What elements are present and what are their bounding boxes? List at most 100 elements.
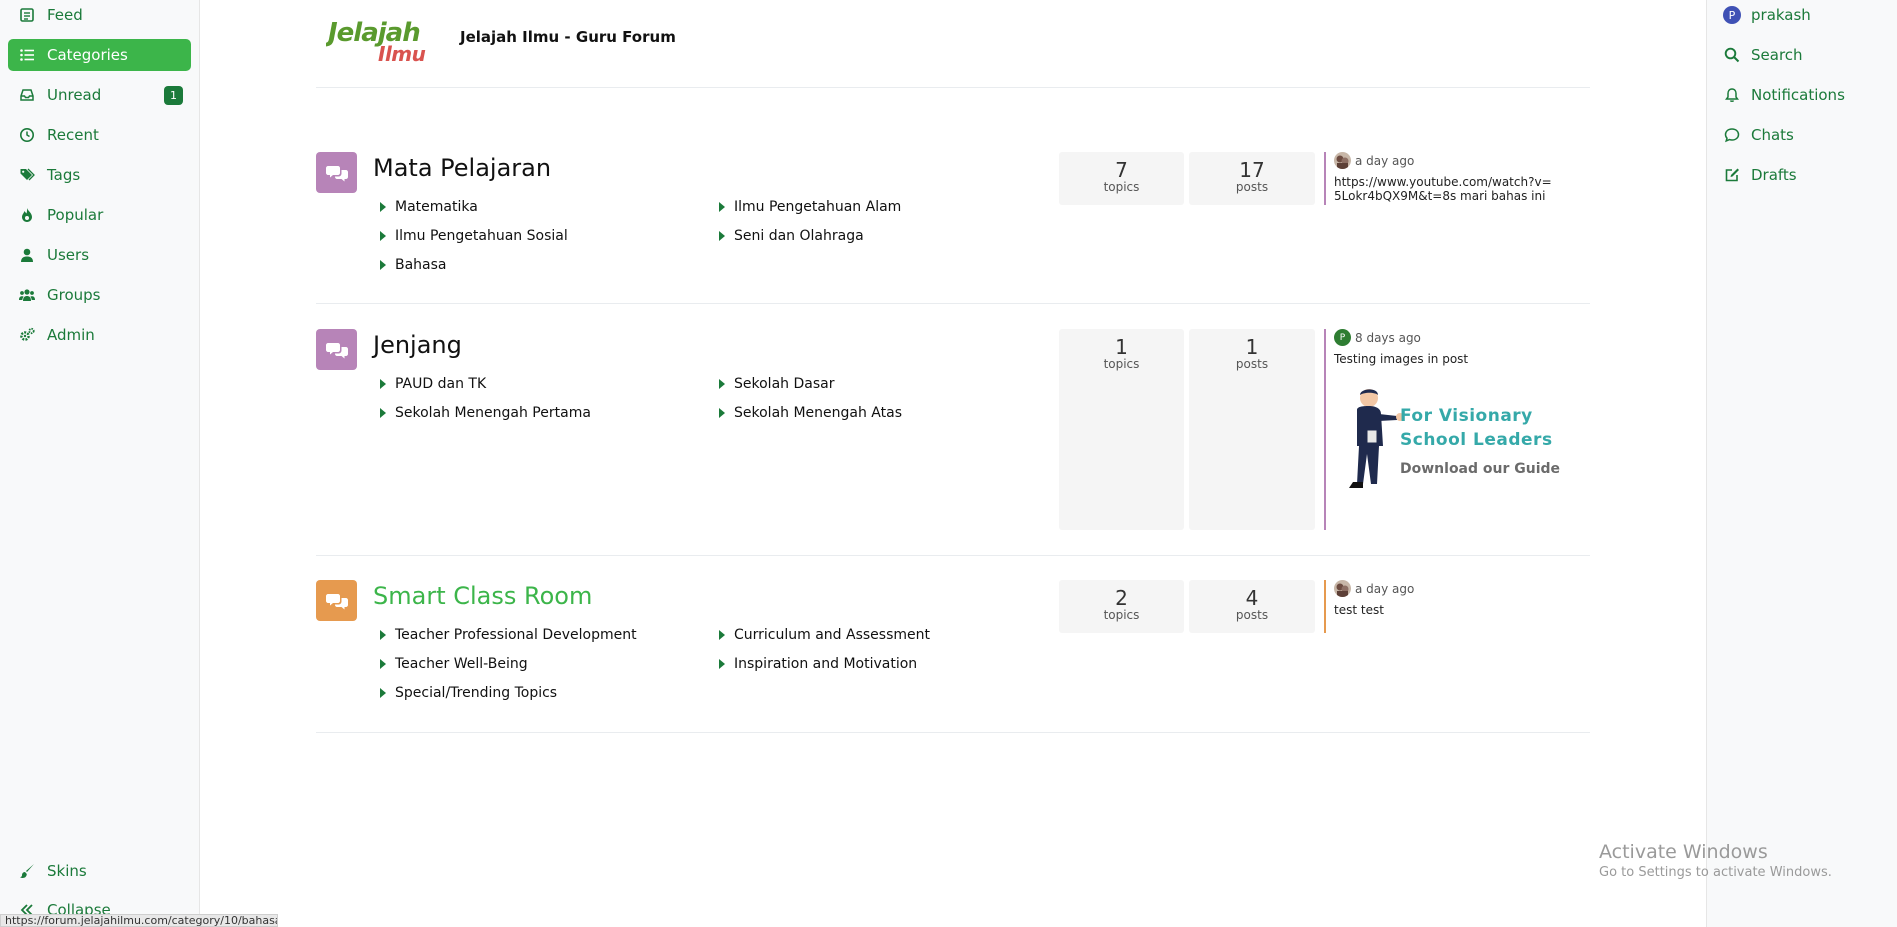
drafts-button[interactable]: Drafts bbox=[1723, 160, 1797, 190]
last-post-time[interactable]: 8 days ago bbox=[1355, 331, 1421, 345]
caret-right-icon bbox=[719, 630, 725, 640]
list-icon bbox=[18, 46, 36, 64]
subcategory-link[interactable]: Seni dan Olahraga bbox=[719, 228, 864, 244]
posts-number: 1 bbox=[1245, 335, 1259, 359]
chats-button[interactable]: Chats bbox=[1723, 120, 1794, 150]
subcategory-label: Curriculum and Assessment bbox=[734, 627, 930, 643]
last-post-time[interactable]: a day ago bbox=[1355, 582, 1414, 596]
svg-text:Ilmu: Ilmu bbox=[378, 42, 426, 64]
category-divider bbox=[316, 732, 1590, 733]
forum-title[interactable]: Jelajah Ilmu - Guru Forum bbox=[460, 28, 676, 46]
subcategory-label: Bahasa bbox=[395, 257, 447, 273]
category-icon[interactable] bbox=[316, 152, 357, 193]
last-post-text[interactable]: test test bbox=[1334, 603, 1554, 617]
subcategory-link[interactable]: Matematika bbox=[380, 199, 478, 215]
category-divider bbox=[316, 303, 1590, 304]
last-post[interactable]: a day ago test test bbox=[1324, 580, 1554, 633]
promo-line-1: For Visionary bbox=[1400, 406, 1533, 426]
subcategory-link[interactable]: PAUD dan TK bbox=[380, 376, 486, 392]
brand-logo[interactable]: Jelajah Ilmu bbox=[323, 14, 442, 66]
subcategory-link[interactable]: Curriculum and Assessment bbox=[719, 627, 930, 643]
nav-item-tags[interactable]: Tags bbox=[8, 159, 191, 191]
search-icon bbox=[1723, 46, 1741, 64]
caret-right-icon bbox=[719, 408, 725, 418]
posts-number: 17 bbox=[1239, 158, 1265, 182]
category-title[interactable]: Smart Class Room bbox=[373, 582, 592, 610]
promo-line-2: School Leaders bbox=[1400, 430, 1553, 450]
subcategory-label: PAUD dan TK bbox=[395, 376, 487, 392]
subcategory-link[interactable]: Special/Trending Topics bbox=[380, 685, 557, 701]
inbox-icon bbox=[18, 86, 36, 104]
unread-count-badge: 1 bbox=[164, 86, 183, 105]
subcategory-link[interactable]: Bahasa bbox=[380, 257, 447, 273]
nav-item-admin[interactable]: Admin bbox=[8, 319, 191, 351]
nav-label-categories: Categories bbox=[47, 46, 128, 64]
nav-item-skins[interactable]: Skins bbox=[8, 855, 191, 887]
search-label: Search bbox=[1751, 46, 1803, 64]
subcategory-link[interactable]: Ilmu Pengetahuan Alam bbox=[719, 199, 901, 215]
feed-icon bbox=[18, 6, 36, 24]
subcategory-link[interactable]: Sekolah Menengah Atas bbox=[719, 405, 902, 421]
nav-label-admin: Admin bbox=[47, 326, 95, 344]
category-icon[interactable] bbox=[316, 580, 357, 621]
nav-item-categories[interactable]: Categories bbox=[8, 39, 191, 71]
subcategory-link[interactable]: Teacher Professional Development bbox=[380, 627, 637, 643]
poster-avatar[interactable] bbox=[1334, 580, 1351, 597]
caret-right-icon bbox=[380, 379, 386, 389]
jelajah-ilmu-logo: Jelajah Ilmu bbox=[323, 18, 426, 66]
subcategory-link[interactable]: Teacher Well-Being bbox=[380, 656, 528, 672]
category-title[interactable]: Mata Pelajaran bbox=[373, 154, 551, 182]
nav-label-popular: Popular bbox=[47, 206, 104, 224]
nav-label-tags: Tags bbox=[47, 166, 81, 184]
last-post[interactable]: P 8 days ago Testing images in post For … bbox=[1324, 329, 1564, 530]
category-title[interactable]: Jenjang bbox=[373, 331, 462, 359]
subcategory-label: Teacher Professional Development bbox=[395, 627, 637, 643]
subcategory-link[interactable]: Sekolah Menengah Pertama bbox=[380, 405, 591, 421]
user-icon bbox=[18, 246, 36, 264]
poster-avatar[interactable] bbox=[1334, 152, 1351, 169]
nav-item-popular[interactable]: Popular bbox=[8, 199, 191, 231]
notifications-button[interactable]: Notifications bbox=[1723, 80, 1845, 110]
topics-number: 7 bbox=[1115, 158, 1128, 182]
caret-right-icon bbox=[380, 202, 386, 212]
watermark-title: Activate Windows bbox=[1599, 841, 1768, 863]
nav-item-feed[interactable]: Feed bbox=[8, 0, 191, 31]
poster-avatar[interactable]: P bbox=[1334, 329, 1351, 346]
header-divider bbox=[316, 87, 1590, 88]
caret-right-icon bbox=[380, 231, 386, 241]
subcategory-label: Sekolah Dasar bbox=[734, 376, 835, 392]
caret-right-icon bbox=[380, 408, 386, 418]
username: prakash bbox=[1751, 6, 1811, 24]
category-smart-class-room: Smart Class Room Teacher Professional De… bbox=[316, 580, 1590, 730]
status-bar-url: https://forum.jelajahilmu.com/category/1… bbox=[0, 914, 278, 927]
subcategory-link[interactable]: Ilmu Pengetahuan Sosial bbox=[380, 228, 568, 244]
nav-item-unread[interactable]: Unread 1 bbox=[8, 79, 191, 111]
caret-right-icon bbox=[719, 659, 725, 669]
caret-right-icon bbox=[719, 202, 725, 212]
nav-label-feed: Feed bbox=[47, 6, 83, 24]
search-button[interactable]: Search bbox=[1723, 40, 1803, 70]
clock-icon bbox=[18, 126, 36, 144]
notifications-label: Notifications bbox=[1751, 86, 1845, 104]
last-post-time[interactable]: a day ago bbox=[1355, 154, 1414, 168]
post-image-promo[interactable]: For Visionary School Leaders Download ou… bbox=[1334, 384, 1564, 504]
topics-count: 1 topics bbox=[1059, 329, 1184, 530]
category-divider bbox=[316, 555, 1590, 556]
user-menu[interactable]: P prakash bbox=[1723, 0, 1811, 30]
nav-item-recent[interactable]: Recent bbox=[8, 119, 191, 151]
subcategory-label: Special/Trending Topics bbox=[395, 685, 558, 701]
topics-label: topics bbox=[1103, 357, 1140, 371]
subcategory-link[interactable]: Inspiration and Motivation bbox=[719, 656, 917, 672]
last-post[interactable]: a day ago https://www.youtube.com/watch?… bbox=[1324, 152, 1554, 205]
last-post-text[interactable]: Testing images in post bbox=[1334, 352, 1564, 366]
right-sidebar: P prakash Search Notifications Chats Dra… bbox=[1706, 0, 1897, 927]
nav-item-groups[interactable]: Groups bbox=[8, 279, 191, 311]
nav-item-users[interactable]: Users bbox=[8, 239, 191, 271]
last-post-text[interactable]: https://www.youtube.com/watch?v=5Lokr4bQ… bbox=[1334, 175, 1554, 203]
category-icon[interactable] bbox=[316, 329, 357, 370]
topics-number: 1 bbox=[1115, 335, 1128, 359]
caret-right-icon bbox=[380, 260, 386, 270]
subcategory-link[interactable]: Sekolah Dasar bbox=[719, 376, 834, 392]
posts-count: 1 posts bbox=[1189, 329, 1315, 530]
topics-label: topics bbox=[1103, 180, 1140, 194]
